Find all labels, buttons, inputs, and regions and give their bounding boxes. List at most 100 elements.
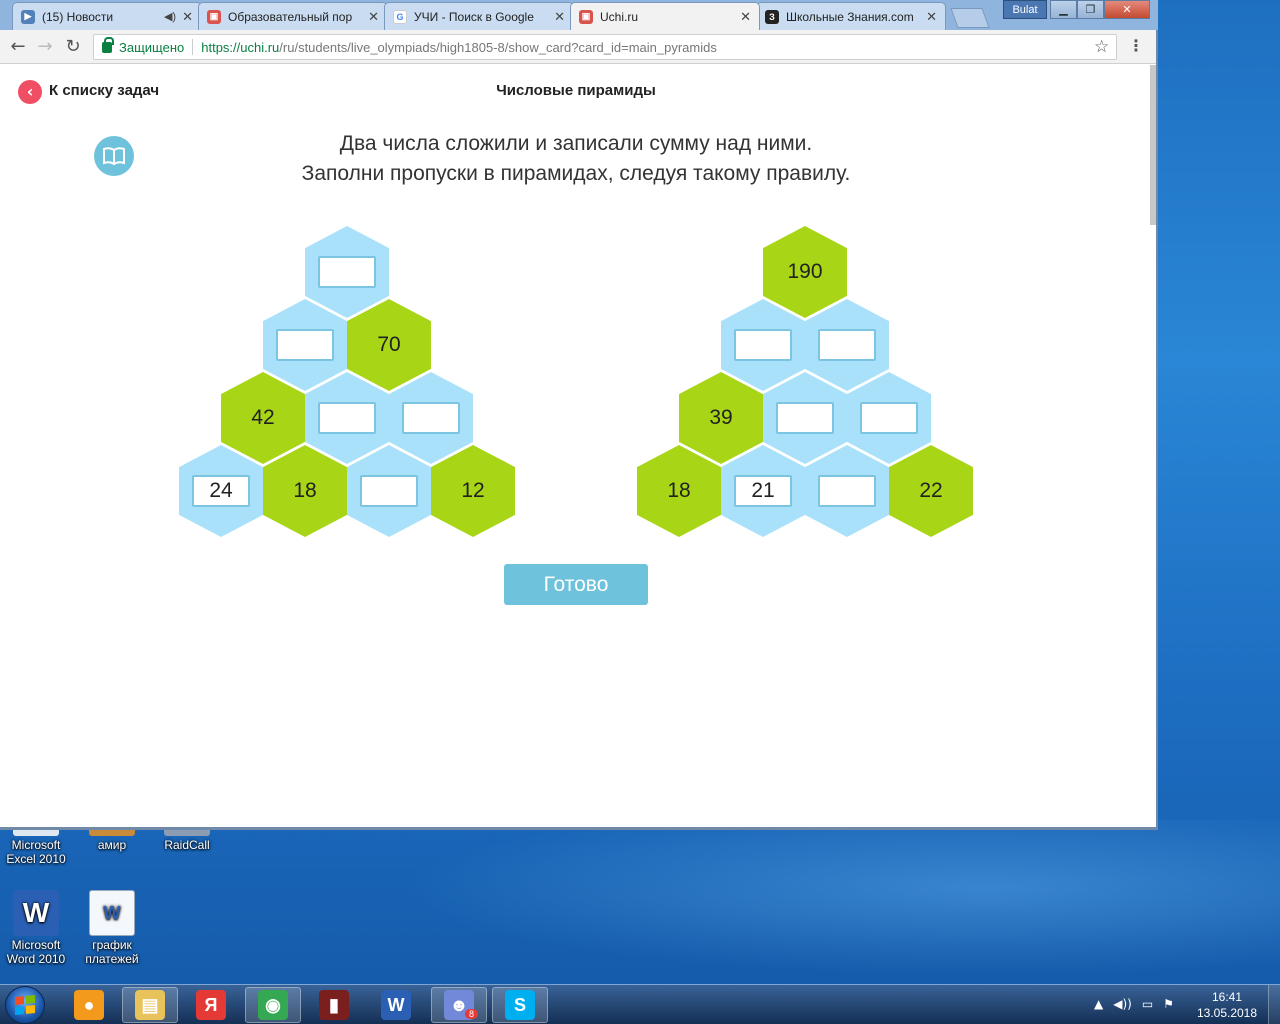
minimize-button[interactable]: ▁ (1050, 0, 1077, 19)
tab-uchi[interactable]: ▣ Uchi.ru ✕ (570, 2, 760, 30)
taskbar-app[interactable]: S (492, 987, 548, 1023)
show-desktop-button[interactable] (1268, 985, 1280, 1024)
taskbar-app[interactable]: ● (61, 987, 117, 1023)
pyramid-cell (763, 372, 847, 464)
reload-icon[interactable]: ↻ (63, 37, 83, 57)
skype-icon: S (505, 990, 535, 1020)
answer-input[interactable] (776, 402, 834, 434)
close-icon[interactable]: ✕ (368, 9, 379, 25)
close-icon[interactable]: ✕ (182, 9, 193, 25)
pyramid-cell (805, 445, 889, 537)
forward-arrow-icon[interactable]: → (35, 37, 55, 57)
answer-input[interactable] (818, 329, 876, 361)
maximize-button[interactable]: ❐ (1077, 0, 1104, 19)
close-window-button[interactable]: ✕ (1104, 0, 1150, 19)
answer-input[interactable] (360, 475, 418, 507)
uchi-icon: ▣ (207, 9, 221, 24)
instruction-line-2: Заполни пропуски в пирамидах, следуя так… (301, 162, 851, 185)
taskbar-app[interactable]: ▤ (122, 987, 178, 1023)
done-button[interactable]: Готово (504, 564, 648, 605)
given-number: 39 (709, 406, 733, 429)
google-icon: G (393, 9, 407, 24)
answer-input[interactable] (318, 256, 376, 288)
menu-icon[interactable]: ⋮ (1128, 36, 1144, 55)
word-icon: W (13, 890, 59, 936)
answer-input[interactable]: 21 (734, 475, 792, 507)
network-icon[interactable]: ▭ (1142, 997, 1153, 1011)
pyramid-cell: 70 (347, 299, 431, 391)
browser-toolbar: ← → ↻ Защищено https://uchi.ru /ru/stude… (0, 30, 1156, 64)
word-document-icon: W (89, 890, 135, 936)
new-tab-button[interactable] (950, 8, 990, 28)
scrollbar[interactable] (1150, 65, 1156, 225)
close-icon[interactable]: ✕ (740, 9, 751, 25)
tab-strip: ▶ (15) Новости ◀) ✕ ▣ Образовательный по… (0, 0, 1158, 30)
pyramid-cell: 39 (679, 372, 763, 464)
taskbar-app[interactable]: ◉ (245, 987, 301, 1023)
pyramid-cell: 12 (431, 445, 515, 537)
page-content: ‹ К списку задач Числовые пирамиды Два ч… (0, 65, 1156, 827)
answer-input[interactable] (818, 475, 876, 507)
pyramid-cell (805, 299, 889, 391)
tab-news[interactable]: ▶ (15) Новости ◀) ✕ (12, 2, 202, 30)
lock-icon (102, 36, 114, 53)
pyramid-cell (305, 372, 389, 464)
yandex-browser-icon: Я (196, 990, 226, 1020)
desktop-icon-label: график платежей (85, 938, 139, 966)
browser-window: ▶ (15) Новости ◀) ✕ ▣ Образовательный по… (0, 0, 1158, 830)
pyramid-cell (305, 226, 389, 318)
clock-date: 13.05.2018 (1196, 1006, 1258, 1020)
pyramid-cell: 18 (637, 445, 721, 537)
back-arrow-icon[interactable]: ← (8, 37, 28, 57)
taskbar-app[interactable]: Я (183, 987, 239, 1023)
given-number: 12 (461, 479, 485, 502)
answer-input[interactable] (318, 402, 376, 434)
taskbar-app[interactable]: ▮ (306, 987, 362, 1023)
task-instruction: Два числа сложили и записали сумму над н… (0, 129, 1152, 189)
given-number: 18 (667, 479, 691, 502)
clock[interactable]: 16:41 13.05.2018 (1190, 989, 1264, 1021)
tab-title: Uchi.ru (600, 9, 639, 24)
answer-input[interactable] (860, 402, 918, 434)
pyramid-cell: 24 (179, 445, 263, 537)
tab-school-knowledge[interactable]: З Школьные Знания.com ✕ (756, 2, 946, 30)
bookmark-star-icon[interactable]: ☆ (1094, 37, 1109, 57)
page-title: Числовые пирамиды (496, 82, 656, 99)
close-icon[interactable]: ✕ (926, 9, 937, 25)
clock-time: 16:41 (1211, 990, 1243, 1004)
given-number: 70 (377, 333, 401, 356)
desktop-icon-payment-schedule[interactable]: W график платежей (76, 890, 148, 966)
volume-icon[interactable]: ◀)) (1113, 997, 1132, 1011)
answer-input[interactable] (734, 329, 792, 361)
close-icon[interactable]: ✕ (554, 9, 565, 25)
start-button[interactable] (5, 986, 45, 1024)
address-bar[interactable]: Защищено https://uchi.ru /ru/students/li… (93, 34, 1117, 60)
action-center-flag-icon[interactable]: ⚑ (1163, 997, 1174, 1011)
uchi-icon: ▣ (579, 9, 593, 24)
taskbar-app[interactable]: ☻ 8 (431, 987, 487, 1023)
secure-label: Защищено (119, 39, 185, 55)
windows-logo-icon (15, 994, 35, 1016)
tab-google-search[interactable]: G УЧИ - Поиск в Google ✕ (384, 2, 574, 30)
tab-title: Образовательный пор (228, 9, 353, 24)
show-hidden-icons-icon[interactable]: ▲ (1094, 997, 1103, 1011)
pyramid-cell (347, 445, 431, 537)
answer-input[interactable]: 24 (192, 475, 250, 507)
winamp-icon: ▮ (319, 990, 349, 1020)
chrome-icon: ◉ (258, 990, 288, 1020)
pyramid-cell: 42 (221, 372, 305, 464)
speaker-icon[interactable]: ◀) (164, 10, 176, 23)
given-number: 18 (293, 479, 317, 502)
pyramid-cell: 18 (263, 445, 347, 537)
profile-button[interactable]: Bulat (1003, 0, 1047, 19)
pyramid-cell: 190 (763, 226, 847, 318)
answer-input[interactable] (276, 329, 334, 361)
answer-input[interactable] (402, 402, 460, 434)
desktop-icon-word[interactable]: W Microsoft Word 2010 (0, 890, 72, 966)
taskbar-app[interactable]: W (368, 987, 424, 1023)
desktop-icon-label: Microsoft Excel 2010 (6, 838, 66, 866)
pyramid-cell: 21 (721, 445, 805, 537)
notification-badge: 8 (464, 1009, 478, 1019)
tab-education-portal[interactable]: ▣ Образовательный пор ✕ (198, 2, 388, 30)
desktop-icon-label: RaidCall (164, 838, 210, 852)
